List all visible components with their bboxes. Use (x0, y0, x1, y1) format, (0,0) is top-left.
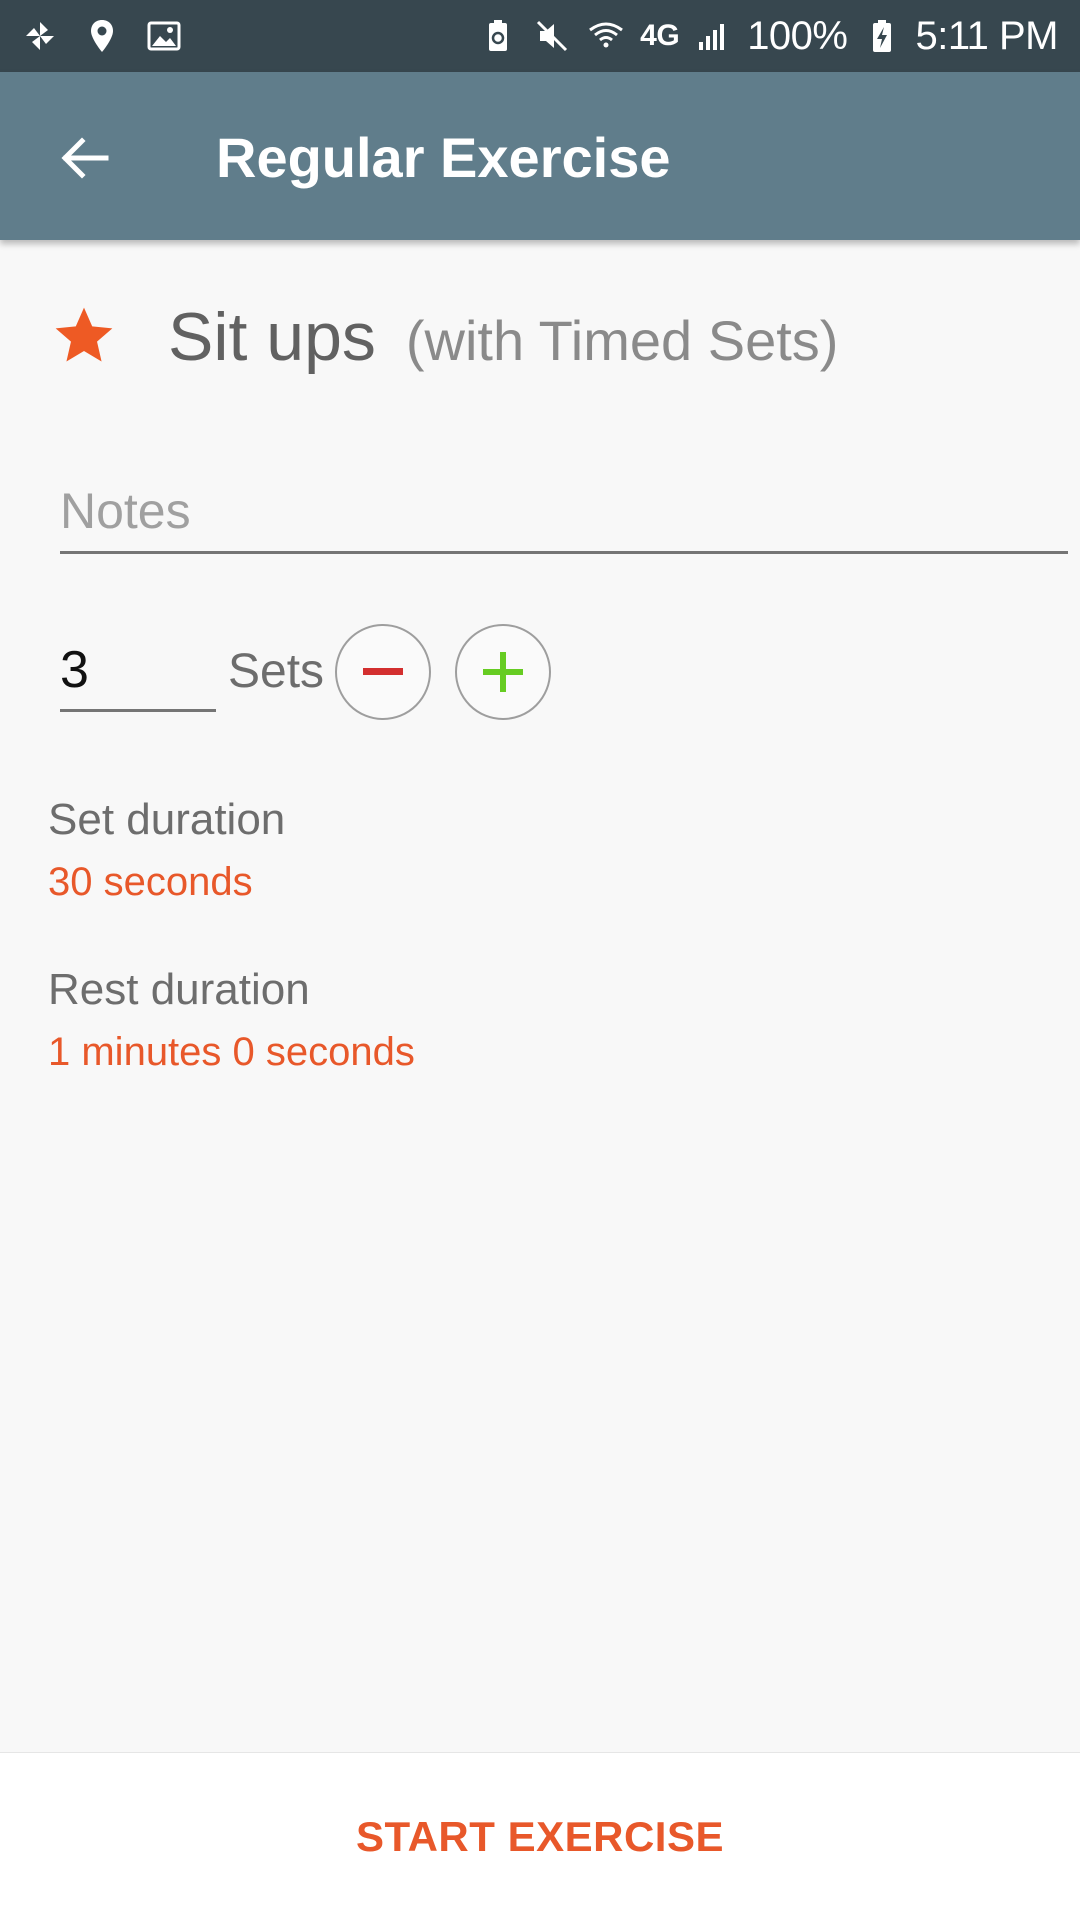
status-bar: 4G 100% 5:11 PM (0, 0, 1080, 72)
wifi-icon (589, 22, 624, 48)
exercise-title: Sit ups (with Timed Sets) (168, 298, 838, 376)
app-bar: Regular Exercise (0, 72, 1080, 240)
bottom-action-bar: START EXERCISE (0, 1752, 1080, 1920)
decrement-sets-button[interactable] (335, 624, 431, 720)
back-button[interactable] (48, 122, 120, 194)
battery-saver-icon (489, 20, 508, 51)
status-bar-right: 4G 100% 5:11 PM (478, 10, 1058, 62)
network-type: 4G (640, 19, 680, 52)
exercise-subtitle: (with Timed Sets) (405, 309, 839, 372)
arrow-back-icon (61, 137, 109, 179)
start-exercise-button[interactable]: START EXERCISE (350, 1812, 730, 1862)
pinwheel-icon (26, 22, 54, 50)
set-duration-value: 30 seconds (48, 860, 253, 904)
rest-duration-label: Rest duration (48, 965, 310, 1014)
location-pin-icon (91, 20, 113, 52)
mute-icon (537, 20, 568, 52)
status-bar-left (20, 14, 184, 58)
star-icon[interactable] (50, 302, 118, 370)
image-icon (147, 21, 181, 51)
status-time: 5:11 PM (915, 13, 1059, 58)
signal-icon (699, 24, 725, 50)
minus-icon (363, 668, 403, 675)
increment-sets-button[interactable] (455, 624, 551, 720)
battery-charging-icon (872, 20, 891, 52)
set-duration-label: Set duration (48, 795, 286, 844)
sets-input[interactable] (60, 630, 216, 712)
exercise-name: Sit ups (168, 299, 376, 375)
rest-duration-setting[interactable]: Rest duration 1 minutes 0 seconds (48, 962, 415, 1080)
battery-percent: 100% (747, 13, 848, 58)
page-title: Regular Exercise (216, 126, 671, 189)
notes-input[interactable] (60, 470, 1068, 554)
set-duration-setting[interactable]: Set duration 30 seconds (48, 792, 285, 910)
rest-duration-value: 1 minutes 0 seconds (48, 1030, 415, 1074)
plus-icon (483, 652, 523, 692)
sets-label: Sets (228, 645, 325, 698)
